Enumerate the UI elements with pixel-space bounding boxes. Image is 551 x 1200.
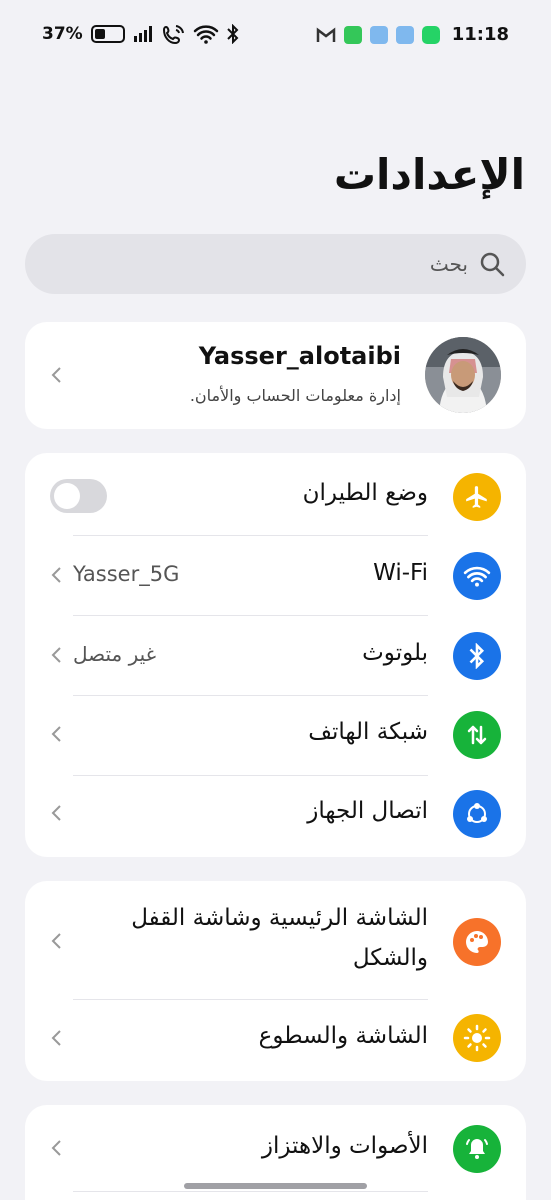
avatar	[425, 337, 501, 413]
account-name: Yasser_alotaibi	[198, 342, 401, 370]
clock: 11:18	[451, 24, 509, 45]
chevron-left-icon	[51, 1030, 61, 1046]
wifi-value: Yasser_5G	[73, 562, 180, 586]
chevron-left-icon	[51, 567, 61, 583]
wifi-row[interactable]: Wi-Fi Yasser_5G	[25, 536, 526, 615]
display-brightness-label: الشاشة والسطوع	[258, 1023, 428, 1049]
home-indicator[interactable]	[184, 1183, 367, 1189]
signal-icon	[133, 26, 152, 42]
page-title: الإعدادات	[333, 150, 525, 199]
battery-percent: 37%	[42, 24, 83, 44]
bluetooth-label: بلوتوث	[362, 640, 428, 666]
display-card: الشاشة الرئيسية وشاشة القفل والشكل الشاش…	[25, 881, 526, 1081]
app-notification-icon	[343, 25, 362, 44]
wifi-status-icon	[193, 25, 218, 44]
search-placeholder: بحث	[429, 252, 468, 276]
brightness-icon	[453, 1014, 501, 1062]
chevron-left-icon	[51, 933, 61, 949]
status-bar: 37% 11:18	[0, 0, 551, 70]
whatsapp-icon	[421, 25, 440, 44]
status-left: 37%	[42, 24, 239, 44]
device-connection-label: اتصال الجهاز	[307, 798, 428, 824]
battery-icon	[90, 25, 125, 43]
weather-icon	[369, 25, 388, 44]
chevron-left-icon	[51, 1140, 61, 1156]
chevron-left-icon	[51, 805, 61, 821]
mobile-network-row[interactable]: شبكة الهاتف	[25, 696, 526, 775]
bluetooth-value: غير متصل	[73, 642, 157, 666]
mobile-network-icon	[453, 711, 501, 759]
bluetooth-icon	[453, 632, 501, 680]
account-subtitle: إدارة معلومات الحساب والأمان.	[189, 386, 401, 405]
device-connection-icon	[453, 790, 501, 838]
device-connection-row[interactable]: اتصال الجهاز	[25, 776, 526, 857]
search-icon	[480, 252, 505, 277]
search-bar[interactable]: بحث	[25, 234, 526, 294]
divider	[73, 1191, 428, 1192]
chevron-left-icon	[51, 647, 61, 663]
sound-vibration-label: الأصوات والاهتزاز	[261, 1133, 428, 1159]
mobile-network-label: شبكة الهاتف	[308, 719, 428, 745]
wifi-calling-icon	[162, 25, 184, 44]
account-card[interactable]: Yasser_alotaibi إدارة معلومات الحساب وال…	[25, 322, 526, 429]
home-lock-screen-row[interactable]: الشاشة الرئيسية وشاشة القفل والشكل	[25, 881, 526, 999]
wifi-label: Wi-Fi	[373, 560, 428, 586]
airplane-icon	[453, 473, 501, 521]
display-brightness-row[interactable]: الشاشة والسطوع	[25, 1000, 526, 1081]
bluetooth-row[interactable]: بلوتوث غير متصل	[25, 616, 526, 695]
chevron-left-icon	[51, 726, 61, 742]
gmail-icon	[316, 27, 335, 42]
sound-vibration-row[interactable]: الأصوات والاهتزاز	[25, 1105, 526, 1191]
bell-icon	[453, 1125, 501, 1173]
home-lock-screen-label-line2: والشكل	[352, 945, 428, 971]
home-lock-screen-label-line1: الشاشة الرئيسية وشاشة القفل	[131, 905, 428, 931]
connectivity-card: وضع الطيران Wi-Fi Yasser_5G بلوتوث غير م…	[25, 453, 526, 857]
airplane-mode-label: وضع الطيران	[302, 480, 428, 506]
status-right: 11:18	[316, 24, 509, 45]
palette-icon	[453, 918, 501, 966]
weather-icon-2	[395, 25, 414, 44]
airplane-mode-row[interactable]: وضع الطيران	[25, 453, 526, 535]
bluetooth-status-icon	[226, 24, 239, 44]
wifi-icon	[453, 552, 501, 600]
airplane-mode-toggle[interactable]	[50, 479, 107, 513]
chevron-left-icon	[51, 367, 61, 383]
